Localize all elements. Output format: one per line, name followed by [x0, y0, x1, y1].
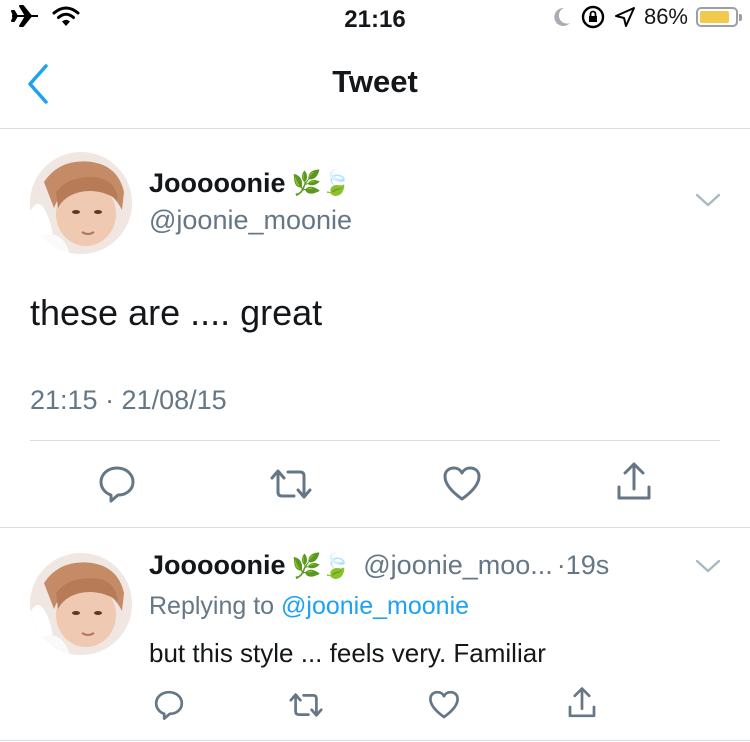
replying-to-link[interactable]: @joonie_moonie — [281, 592, 469, 620]
tweet-timestamp[interactable]: 21:15 · 21/08/15 — [30, 385, 227, 416]
share-icon — [617, 462, 651, 500]
avatar-image — [30, 152, 132, 254]
reply-share-button[interactable] — [563, 684, 601, 722]
like-icon — [429, 690, 459, 719]
battery-icon — [696, 7, 742, 27]
reply-header: Jooooonie 🌿🍃 @joonie_moo... ·19s — [149, 550, 609, 581]
replying-to: Replying to @joonie_moonie — [149, 592, 469, 621]
status-right: 86% — [552, 4, 742, 30]
reply-avatar[interactable] — [30, 553, 132, 655]
replying-prefix: Replying to — [149, 592, 282, 620]
battery-percent: 86% — [643, 4, 688, 29]
avatar[interactable] — [30, 152, 132, 254]
reply-age[interactable]: ·19s — [557, 550, 610, 581]
rotation-lock-icon — [581, 5, 605, 29]
retweet-icon — [270, 469, 312, 499]
chevron-down-icon — [695, 559, 721, 573]
section-divider — [0, 527, 750, 528]
reply-menu-button[interactable] — [695, 558, 721, 579]
reply-user-handle[interactable]: @joonie_moo... — [363, 550, 553, 581]
like-icon — [443, 466, 481, 501]
like-button[interactable] — [440, 462, 484, 506]
tweet-text: these are .... great — [30, 292, 323, 333]
share-button[interactable] — [612, 460, 656, 504]
reply-retweet-button[interactable] — [286, 686, 326, 724]
emoji-leaves: 🌿🍃 — [291, 170, 352, 197]
reply-emoji-leaves: 🌿🍃 — [291, 553, 352, 580]
page-title: Tweet — [332, 64, 418, 99]
reply-text: but this style ... feels very. Familiar — [149, 638, 546, 668]
reply-reply-button[interactable] — [150, 686, 188, 724]
retweet-icon — [289, 693, 323, 717]
share-icon — [568, 687, 596, 718]
reply-icon — [99, 466, 135, 503]
tweet-divider — [30, 440, 720, 441]
display-name[interactable]: Jooooonie — [149, 168, 286, 199]
chevron-down-icon — [695, 193, 721, 207]
reply-like-button[interactable] — [425, 686, 463, 724]
location-icon — [614, 7, 635, 27]
moon-icon — [554, 7, 570, 26]
user-handle[interactable]: @joonie_moonie — [149, 205, 352, 236]
reply-icon — [154, 690, 184, 720]
bottom-divider — [0, 740, 750, 741]
reply-button[interactable] — [95, 462, 139, 506]
avatar-image — [30, 553, 132, 655]
tweet-menu-button[interactable] — [695, 192, 721, 213]
retweet-button[interactable] — [267, 462, 315, 506]
tweet-author[interactable]: Jooooonie 🌿🍃 — [149, 168, 351, 199]
nav-divider — [0, 128, 750, 129]
reply-display-name[interactable]: Jooooonie — [149, 550, 286, 581]
battery-level — [700, 11, 730, 23]
